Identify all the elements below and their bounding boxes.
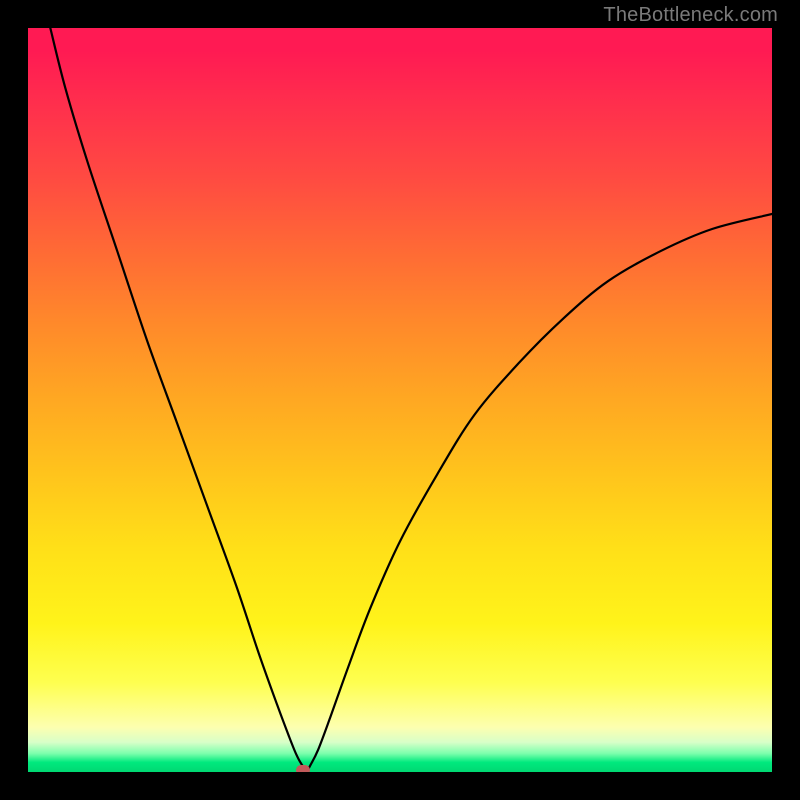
minimum-marker-icon (296, 765, 310, 772)
bottleneck-curve (28, 28, 772, 772)
watermark-label: TheBottleneck.com (603, 4, 778, 27)
plot-area (28, 28, 772, 772)
chart-frame: TheBottleneck.com (0, 0, 800, 800)
